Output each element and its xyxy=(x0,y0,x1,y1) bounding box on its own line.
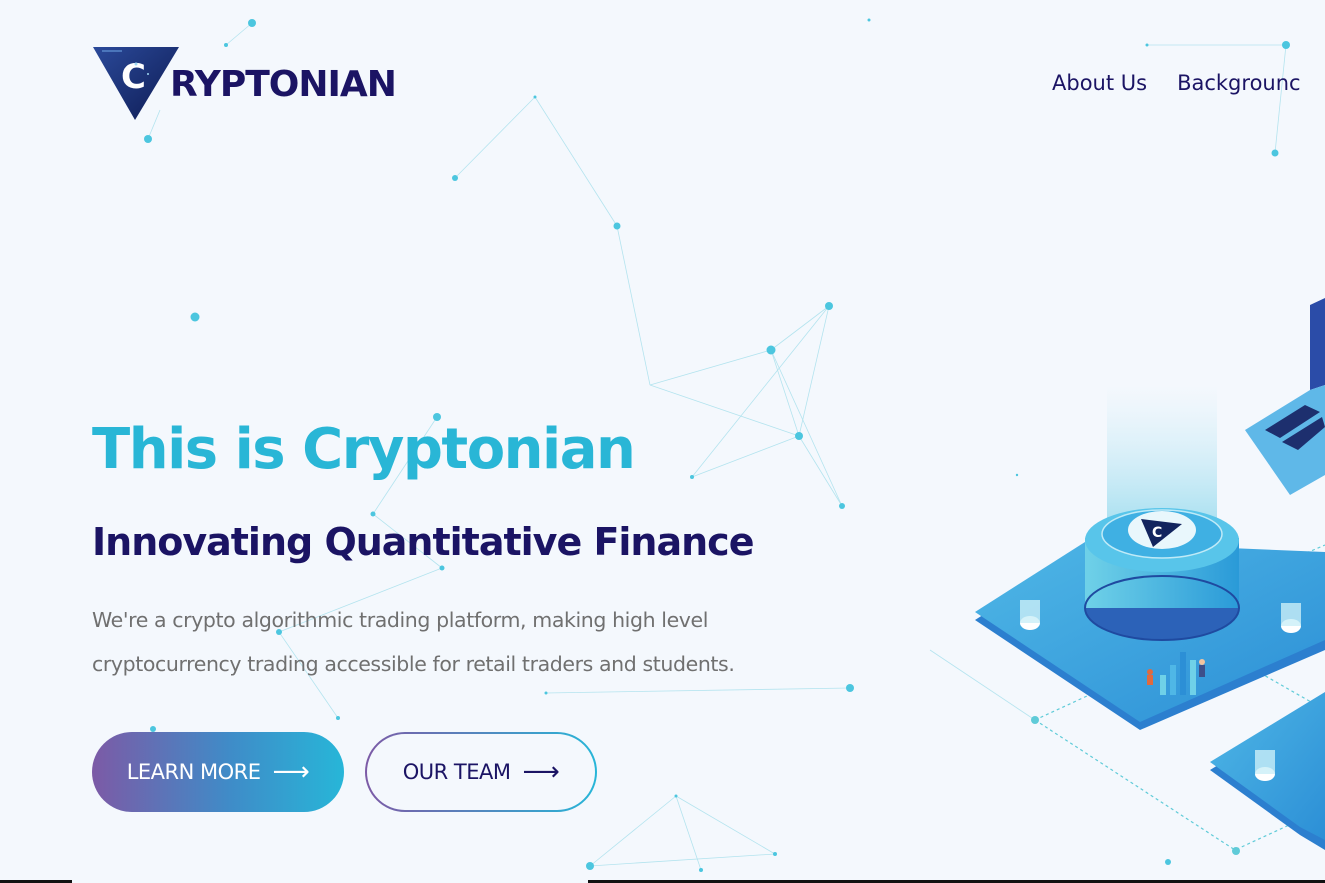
our-team-label: OUR TEAM xyxy=(402,760,511,784)
nav-item-background[interactable]: Backgrounc xyxy=(1177,66,1301,100)
hero-title: This is Cryptonian xyxy=(92,417,636,482)
page: C RYPTONIAN About Us Backgrounc This is … xyxy=(0,0,1325,883)
learn-more-button[interactable]: LEARN MORE ⟶ xyxy=(92,732,344,812)
hero-description-line-2: cryptocurrency trading accessible for re… xyxy=(92,652,735,676)
hero-description-line-1: We're a crypto algorithmic trading platf… xyxy=(92,608,709,632)
main-nav: About Us Backgrounc xyxy=(1052,66,1301,100)
arrow-right-icon: ⟶ xyxy=(272,757,310,787)
brand-name: RYPTONIAN xyxy=(170,64,397,105)
arrow-right-icon: ⟶ xyxy=(522,757,560,787)
hero-description: We're a crypto algorithmic trading platf… xyxy=(92,598,892,686)
hero-subtitle: Innovating Quantitative Finance xyxy=(92,520,754,564)
nav-item-about-us[interactable]: About Us xyxy=(1052,66,1147,100)
our-team-button[interactable]: OUR TEAM ⟶ xyxy=(365,732,597,812)
logo-triangle-icon: C xyxy=(93,47,179,120)
logo-letter: C xyxy=(121,57,146,97)
isometric-crypto-illustration: C xyxy=(975,298,1325,855)
learn-more-label: LEARN MORE xyxy=(126,760,261,784)
brand-logo[interactable]: C RYPTONIAN xyxy=(92,44,432,124)
svg-text:C: C xyxy=(1152,525,1162,541)
